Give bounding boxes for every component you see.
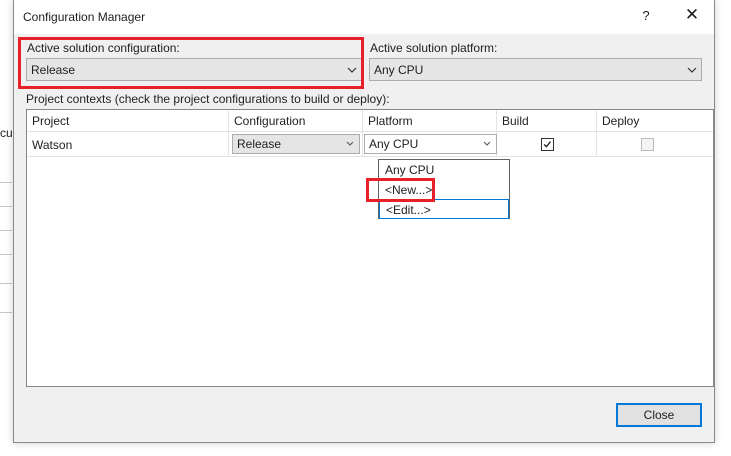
column-header-deploy[interactable]: Deploy	[597, 110, 713, 132]
project-configuration-value: Release	[237, 137, 282, 151]
checkbox-checked-icon	[543, 141, 551, 148]
background-divider	[0, 230, 12, 231]
active-solution-platform-value: Any CPU	[374, 63, 424, 77]
background-window-text: cu	[0, 126, 13, 140]
column-header-build[interactable]: Build	[497, 110, 597, 132]
deploy-cell	[597, 132, 713, 157]
title-bar: Configuration Manager ? ✕	[14, 0, 714, 34]
background-divider	[0, 312, 12, 313]
chevron-down-icon	[483, 141, 491, 146]
configuration-manager-dialog: Configuration Manager ? ✕ Active solutio…	[13, 0, 715, 443]
platform-cell: Any CPU	[363, 132, 497, 157]
column-header-project[interactable]: Project	[27, 110, 229, 132]
active-solution-platform-select[interactable]: Any CPU	[369, 58, 702, 81]
project-platform-value: Any CPU	[369, 137, 419, 151]
project-contexts-label: Project contexts (check the project conf…	[26, 92, 390, 106]
chevron-down-icon	[687, 67, 697, 73]
help-icon[interactable]: ?	[639, 8, 653, 23]
build-cell	[497, 132, 597, 157]
build-checkbox[interactable]	[541, 138, 554, 151]
background-divider	[0, 206, 12, 207]
project-contexts-grid: Project Configuration Platform Build Dep…	[26, 109, 714, 387]
dropdown-option-any-cpu[interactable]: Any CPU	[379, 160, 509, 180]
table-row[interactable]: Watson	[27, 132, 229, 157]
deploy-checkbox	[641, 138, 654, 151]
dialog-title: Configuration Manager	[23, 10, 146, 24]
configuration-cell: Release	[229, 132, 363, 157]
active-solution-platform-label: Active solution platform:	[370, 41, 498, 55]
highlight-box	[366, 178, 435, 202]
highlight-box	[18, 37, 364, 89]
background-divider	[0, 254, 12, 255]
project-name: Watson	[32, 138, 73, 152]
project-configuration-select[interactable]: Release	[232, 134, 360, 154]
background-divider	[0, 182, 12, 183]
close-icon[interactable]: ✕	[683, 5, 701, 25]
column-header-platform[interactable]: Platform	[363, 110, 497, 132]
background-divider	[0, 283, 12, 284]
column-header-configuration[interactable]: Configuration	[229, 110, 363, 132]
close-button[interactable]: Close	[616, 403, 702, 427]
project-platform-select[interactable]: Any CPU	[364, 134, 497, 154]
dropdown-option-edit[interactable]: <Edit...>	[379, 199, 509, 219]
chevron-down-icon	[346, 141, 354, 146]
